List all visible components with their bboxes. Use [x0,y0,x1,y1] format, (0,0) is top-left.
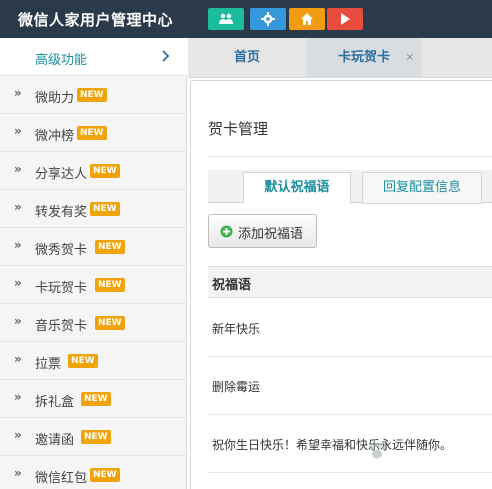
new-badge: NEW [90,164,120,178]
sidebar-item-fenxiangdaren[interactable]: » 分享达人 NEW [0,152,187,190]
new-badge: NEW [95,278,125,292]
tab-default-greetings[interactable]: 默认祝福语 [243,172,351,204]
sidebar-section-header[interactable]: 高级功能 [0,38,187,76]
sidebar-item-weixinhongbao[interactable]: » 微信红包 NEW [0,456,187,489]
sidebar-item-zhuanfayoujiang[interactable]: » 转发有奖 NEW [0,190,187,228]
greeting-cell: 新年快乐 [212,322,261,336]
sidebar-item-label: 转发有奖 [35,205,88,220]
new-badge: NEW [81,430,111,444]
double-chevron-icon: » [14,124,22,138]
users-button[interactable] [208,8,244,30]
new-badge: NEW [95,240,125,254]
double-chevron-icon: » [14,428,22,442]
page-tab-strip: 首页 卡玩贺卡 × [188,38,492,78]
sidebar-item-label: 邀请函 [35,433,75,448]
tab-home[interactable]: 首页 [188,38,306,78]
plus-circle-icon [220,225,233,238]
users-icon [219,13,233,24]
page-title: 贺卡管理 [208,120,269,138]
sidebar-item-weizhuli[interactable]: » 微助力 NEW [0,76,187,114]
home-icon [301,13,313,25]
new-badge: NEW [90,468,120,482]
double-chevron-icon: » [14,314,22,328]
sidebar-item-label: 卡玩贺卡 [35,281,88,296]
column-header-greeting: 祝福语 [212,278,252,293]
double-chevron-icon: » [14,390,22,404]
sidebar-item-label: 音乐贺卡 [35,319,88,334]
sidebar-item-lapiao[interactable]: » 拉票 NEW [0,342,187,380]
gear-icon [261,12,275,26]
sidebar-item-chailihe[interactable]: » 拆礼盒 NEW [0,380,187,418]
new-badge: NEW [81,392,111,406]
new-badge: NEW [90,202,120,216]
settings-button[interactable] [250,8,286,30]
sidebar-item-yinyueheka[interactable]: » 音乐贺卡 NEW [0,304,187,342]
play-button[interactable] [327,8,363,30]
sidebar-item-weichongbang[interactable]: » 微冲榜 NEW [0,114,187,152]
double-chevron-icon: » [14,276,22,290]
table-header: 祝福语 [208,266,492,298]
new-badge: NEW [77,88,107,102]
add-greeting-button[interactable]: 添加祝福语 [208,214,317,248]
top-bar: 微信人家用户管理中心 [0,0,492,38]
sidebar-item-label: 分享达人 [35,167,88,182]
close-icon[interactable]: × [406,38,414,78]
sidebar-item-label: 拆礼盒 [35,395,75,410]
sidebar-section-label: 高级功能 [35,53,88,68]
double-chevron-icon: » [14,200,22,214]
table-row[interactable]: 祝你生日快乐！希望幸福和快乐永远伴随你。 [208,415,492,473]
table-row[interactable]: 新年快乐 [208,299,492,357]
sidebar-item-label: 微助力 [35,91,75,106]
sidebar-item-label: 微秀贺卡 [35,243,88,258]
new-badge: NEW [77,126,107,140]
sidebar-item-label: 拉票 [35,357,62,372]
sidebar-item-yaoqinghan[interactable]: » 邀请函 NEW [0,418,187,456]
new-badge: NEW [95,316,125,330]
double-chevron-icon: » [14,238,22,252]
double-chevron-icon: » [14,352,22,366]
sidebar-item-weixiuheka[interactable]: » 微秀贺卡 NEW [0,228,187,266]
sidebar-item-kawanheka[interactable]: » 卡玩贺卡 NEW [0,266,187,304]
chevron-right-icon [162,50,170,62]
double-chevron-icon: » [14,86,22,100]
divider [208,156,492,157]
tab-kawanheka[interactable]: 卡玩贺卡 × [306,38,422,78]
paw-watermark-icon [368,442,386,459]
add-greeting-label: 添加祝福语 [238,227,304,242]
greeting-cell: 祝你生日快乐！希望幸福和快乐永远伴随你。 [212,438,453,452]
sidebar-item-label: 微信红包 [35,471,88,486]
play-icon [341,13,350,25]
tab-label: 卡玩贺卡 [337,50,390,65]
double-chevron-icon: » [14,162,22,176]
tab-reply-config[interactable]: 回复配置信息 [362,172,482,204]
table-row[interactable]: 删除霉运 [208,357,492,415]
sidebar-item-label: 微冲榜 [35,129,75,144]
new-badge: NEW [68,354,98,368]
home-button[interactable] [289,8,325,30]
double-chevron-icon: » [14,466,22,480]
greeting-cell: 删除霉运 [212,380,261,394]
app-title: 微信人家用户管理中心 [18,11,174,29]
sidebar: 高级功能 » 微助力 NEW » 微冲榜 NEW » 分享达人 NEW » 转发… [0,38,187,489]
